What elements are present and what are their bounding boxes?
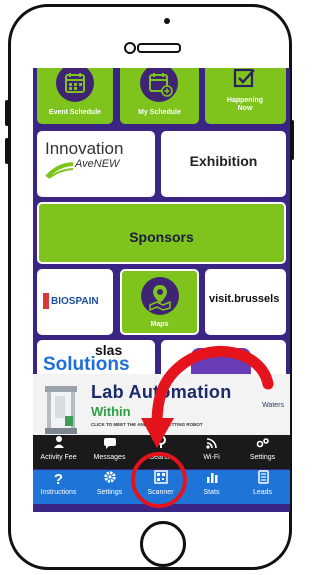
annotation-arrow-icon	[141, 346, 274, 448]
